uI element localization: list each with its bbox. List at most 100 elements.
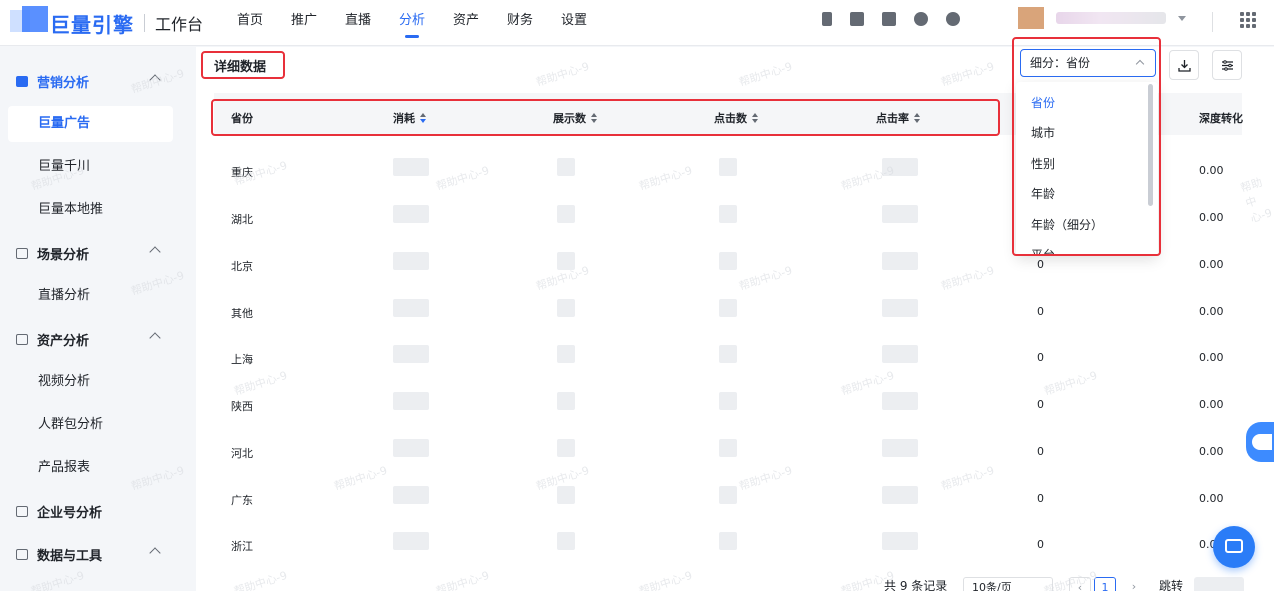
cell-value: 0 — [1037, 492, 1044, 505]
jump-page-input[interactable] — [1194, 577, 1244, 591]
nav-analysis[interactable]: 分析 — [385, 0, 439, 46]
chat-icon — [1225, 539, 1243, 553]
toolbox-icon — [16, 548, 28, 560]
column-settings-icon — [1222, 60, 1233, 71]
sidebar-group-data-tools[interactable]: 数据与工具 — [0, 534, 192, 574]
redacted-value — [557, 439, 575, 457]
nav-promote[interactable]: 推广 — [277, 0, 331, 46]
redacted-value — [557, 158, 575, 176]
redacted-value — [557, 532, 575, 550]
cell-region: 浙江 — [231, 540, 253, 553]
chat-button[interactable] — [1213, 526, 1255, 568]
sidebar-group-scene[interactable]: 场景分析 — [0, 233, 192, 273]
download-button[interactable] — [1169, 50, 1199, 80]
enterprise-icon — [16, 505, 28, 517]
redacted-value — [882, 532, 918, 550]
redacted-value — [557, 299, 575, 317]
assistant-icon[interactable] — [1244, 414, 1274, 472]
cell-deep-conversion: 0.00 — [1199, 492, 1224, 505]
col-ctr[interactable]: 点击率 — [876, 110, 921, 126]
user-menu[interactable] — [1018, 7, 1168, 29]
col-region: 省份 — [231, 112, 253, 125]
next-page-button[interactable]: › — [1123, 577, 1145, 591]
cell-region: 陕西 — [231, 400, 253, 413]
sidebar-group-label: 企业号分析 — [37, 505, 103, 521]
apps-icon[interactable] — [1240, 12, 1256, 28]
cell-deep-conversion: 0.00 — [1199, 305, 1224, 318]
redacted-value — [393, 158, 429, 176]
sidebar-group-label: 营销分析 — [37, 75, 90, 91]
sidebar-group-enterprise[interactable]: 企业号分析 — [0, 491, 192, 531]
redacted-value — [882, 205, 918, 223]
sidebar-group-assets[interactable]: 资产分析 — [0, 319, 192, 359]
chevron-down-icon[interactable] — [1178, 16, 1186, 21]
sort-icon[interactable] — [752, 112, 759, 124]
redacted-value — [719, 532, 737, 550]
cell-region: 其他 — [231, 307, 253, 320]
col-clicks[interactable]: 点击数 — [714, 110, 759, 126]
option-gender[interactable]: 性别 — [1031, 155, 1055, 172]
user-name-redacted — [1056, 12, 1166, 24]
cell-deep-conversion: 0.00 — [1199, 258, 1224, 271]
workbench-title: 工作台 — [155, 15, 204, 34]
breakdown-select[interactable]: 细分：省份 — [1020, 49, 1156, 77]
top-bar: 巨量引擎 工作台 首页 推广 直播 分析 资产 财务 设置 — [0, 0, 1274, 46]
option-platform[interactable]: 平台 — [1031, 246, 1055, 256]
nav-finance[interactable]: 财务 — [493, 0, 547, 46]
redacted-value — [882, 252, 918, 270]
cell-deep-conversion: 0.00 — [1199, 445, 1224, 458]
logo-icon — [10, 6, 50, 40]
col-impressions[interactable]: 展示数 — [553, 110, 598, 126]
nav-settings[interactable]: 设置 — [547, 0, 601, 46]
marketing-icon — [16, 75, 28, 87]
cell-value: 0 — [1037, 258, 1044, 271]
bell-icon[interactable] — [914, 12, 928, 26]
download-icon — [1178, 60, 1191, 72]
cell-region: 河北 — [231, 447, 253, 460]
redacted-value — [882, 345, 918, 363]
brand-logo[interactable]: 巨量引擎 工作台 — [10, 6, 203, 40]
redacted-value — [882, 299, 918, 317]
sidebar-item-video-analysis[interactable]: 视频分析 — [8, 364, 173, 400]
sort-icon[interactable] — [591, 112, 598, 124]
redacted-value — [719, 345, 737, 363]
redacted-value — [393, 532, 429, 550]
divider — [1212, 12, 1213, 32]
redacted-value — [557, 392, 575, 410]
option-city[interactable]: 城市 — [1031, 124, 1055, 141]
chevron-up-icon — [149, 547, 161, 559]
redacted-value — [882, 486, 918, 504]
nav-assets[interactable]: 资产 — [439, 0, 493, 46]
cell-region: 湖北 — [231, 213, 253, 226]
help-icon[interactable] — [946, 12, 960, 26]
sidebar: 营销分析 巨量广告 巨量千川 巨量本地推 场景分析 直播分析 资产分析 视频分析… — [0, 47, 192, 591]
chevron-up-icon — [1135, 59, 1145, 69]
dropdown-scrollbar[interactable] — [1148, 84, 1153, 206]
redacted-value — [719, 252, 737, 270]
cell-region: 广东 — [231, 494, 253, 507]
column-settings-button[interactable] — [1212, 50, 1242, 80]
clipboard-icon[interactable] — [850, 12, 864, 26]
phone-icon[interactable] — [822, 12, 832, 26]
option-province[interactable]: 省份 — [1031, 94, 1055, 111]
option-age[interactable]: 年龄 — [1031, 185, 1055, 202]
page-size-select[interactable]: 10条/页 — [963, 577, 1053, 591]
option-age-detailed[interactable]: 年龄（细分） — [1031, 216, 1103, 233]
cell-region: 上海 — [231, 353, 253, 366]
sort-icon[interactable] — [914, 112, 921, 124]
sort-icon[interactable] — [420, 112, 427, 124]
chart-icon[interactable] — [882, 12, 896, 26]
cell-deep-conversion: 0.00 — [1199, 351, 1224, 364]
logo-divider — [144, 14, 145, 32]
nav-live[interactable]: 直播 — [331, 0, 385, 46]
jump-label: 跳转 — [1159, 579, 1184, 591]
col-cost[interactable]: 消耗 — [393, 110, 427, 126]
redacted-value — [719, 439, 737, 457]
redacted-value — [393, 299, 429, 317]
sidebar-item-juliang-ads[interactable]: 巨量广告 — [8, 106, 173, 142]
nav-home[interactable]: 首页 — [223, 0, 277, 46]
logo-text: 巨量引擎 — [50, 12, 134, 37]
sidebar-item-audience-analysis[interactable]: 人群包分析 — [8, 407, 173, 443]
redacted-value — [557, 486, 575, 504]
sidebar-item-local-push[interactable]: 巨量本地推 — [8, 192, 173, 228]
